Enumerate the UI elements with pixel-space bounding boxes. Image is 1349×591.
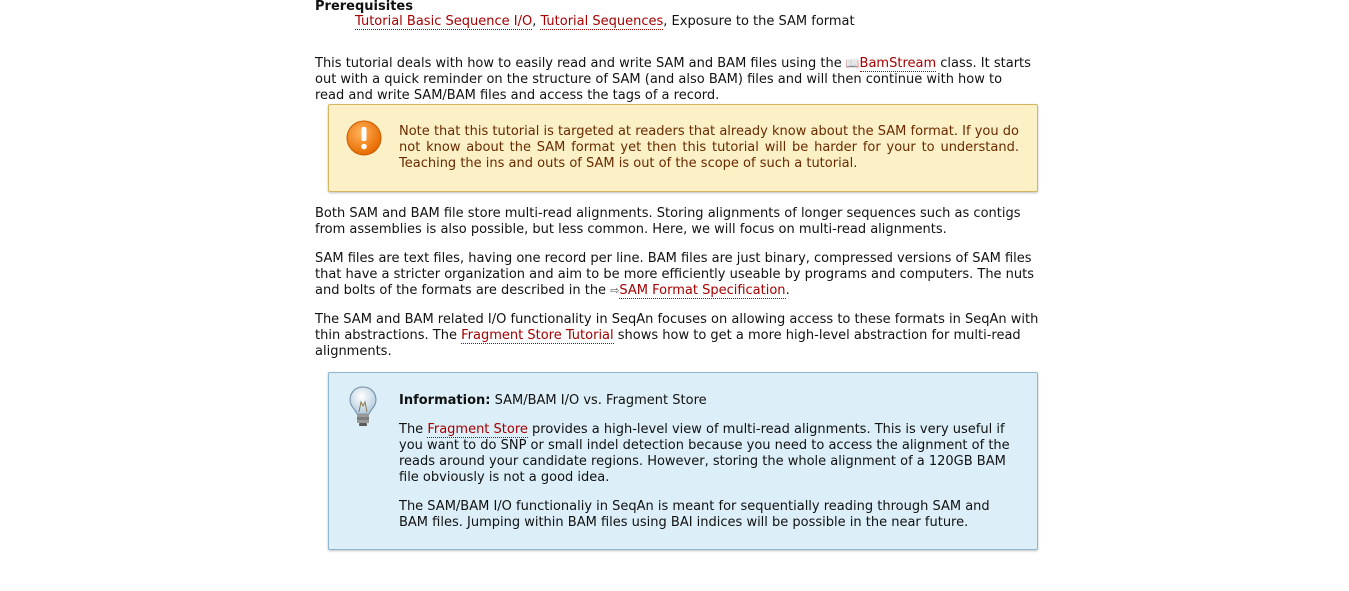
paragraph-seqan-io: The SAM and BAM related I/O functionalit… <box>315 312 1039 359</box>
information-paragraph-1: The Fragment Store provides a high-level… <box>399 422 1010 485</box>
warning-exclamation-icon <box>345 119 383 161</box>
prereq-tail: , Exposure to the SAM format <box>663 14 855 29</box>
information-box: Information: SAM/BAM I/O vs. Fragment St… <box>328 372 1038 550</box>
link-tutorial-basic-sequence-io[interactable]: Tutorial Basic Sequence I/O <box>355 14 533 30</box>
link-tutorial-sequences[interactable]: Tutorial Sequences <box>540 14 664 30</box>
main-content: Prerequisites Tutorial Basic Sequence I/… <box>315 0 1045 550</box>
link-fragment-store[interactable]: Fragment Store <box>427 422 528 438</box>
warning-text: Note that this tutorial is targeted at r… <box>399 124 1019 171</box>
intro-paragraph: This tutorial deals with how to easily r… <box>315 56 1031 103</box>
prerequisites-heading: Prerequisites <box>315 0 413 14</box>
lightbulb-icon <box>347 385 379 435</box>
information-title: Information: SAM/BAM I/O vs. Fragment St… <box>399 393 707 408</box>
book-icon: 📖 <box>845 57 860 70</box>
warning-box: Note that this tutorial is targeted at r… <box>328 104 1038 192</box>
link-sam-format-specification[interactable]: SAM Format Specification <box>619 283 786 299</box>
paragraph-alignments: Both SAM and BAM file store multi-read a… <box>315 206 1021 237</box>
information-label: Information: <box>399 393 491 408</box>
paragraph-sam-files: SAM files are text files, having one rec… <box>315 251 1035 299</box>
information-paragraph-2: The SAM/BAM I/O functionaliy in SeqAn is… <box>399 499 990 530</box>
link-fragment-store-tutorial[interactable]: Fragment Store Tutorial <box>461 328 614 344</box>
prerequisites-list: Tutorial Basic Sequence I/O, Tutorial Se… <box>355 14 1045 30</box>
link-bamstream[interactable]: BamStream <box>859 56 937 72</box>
